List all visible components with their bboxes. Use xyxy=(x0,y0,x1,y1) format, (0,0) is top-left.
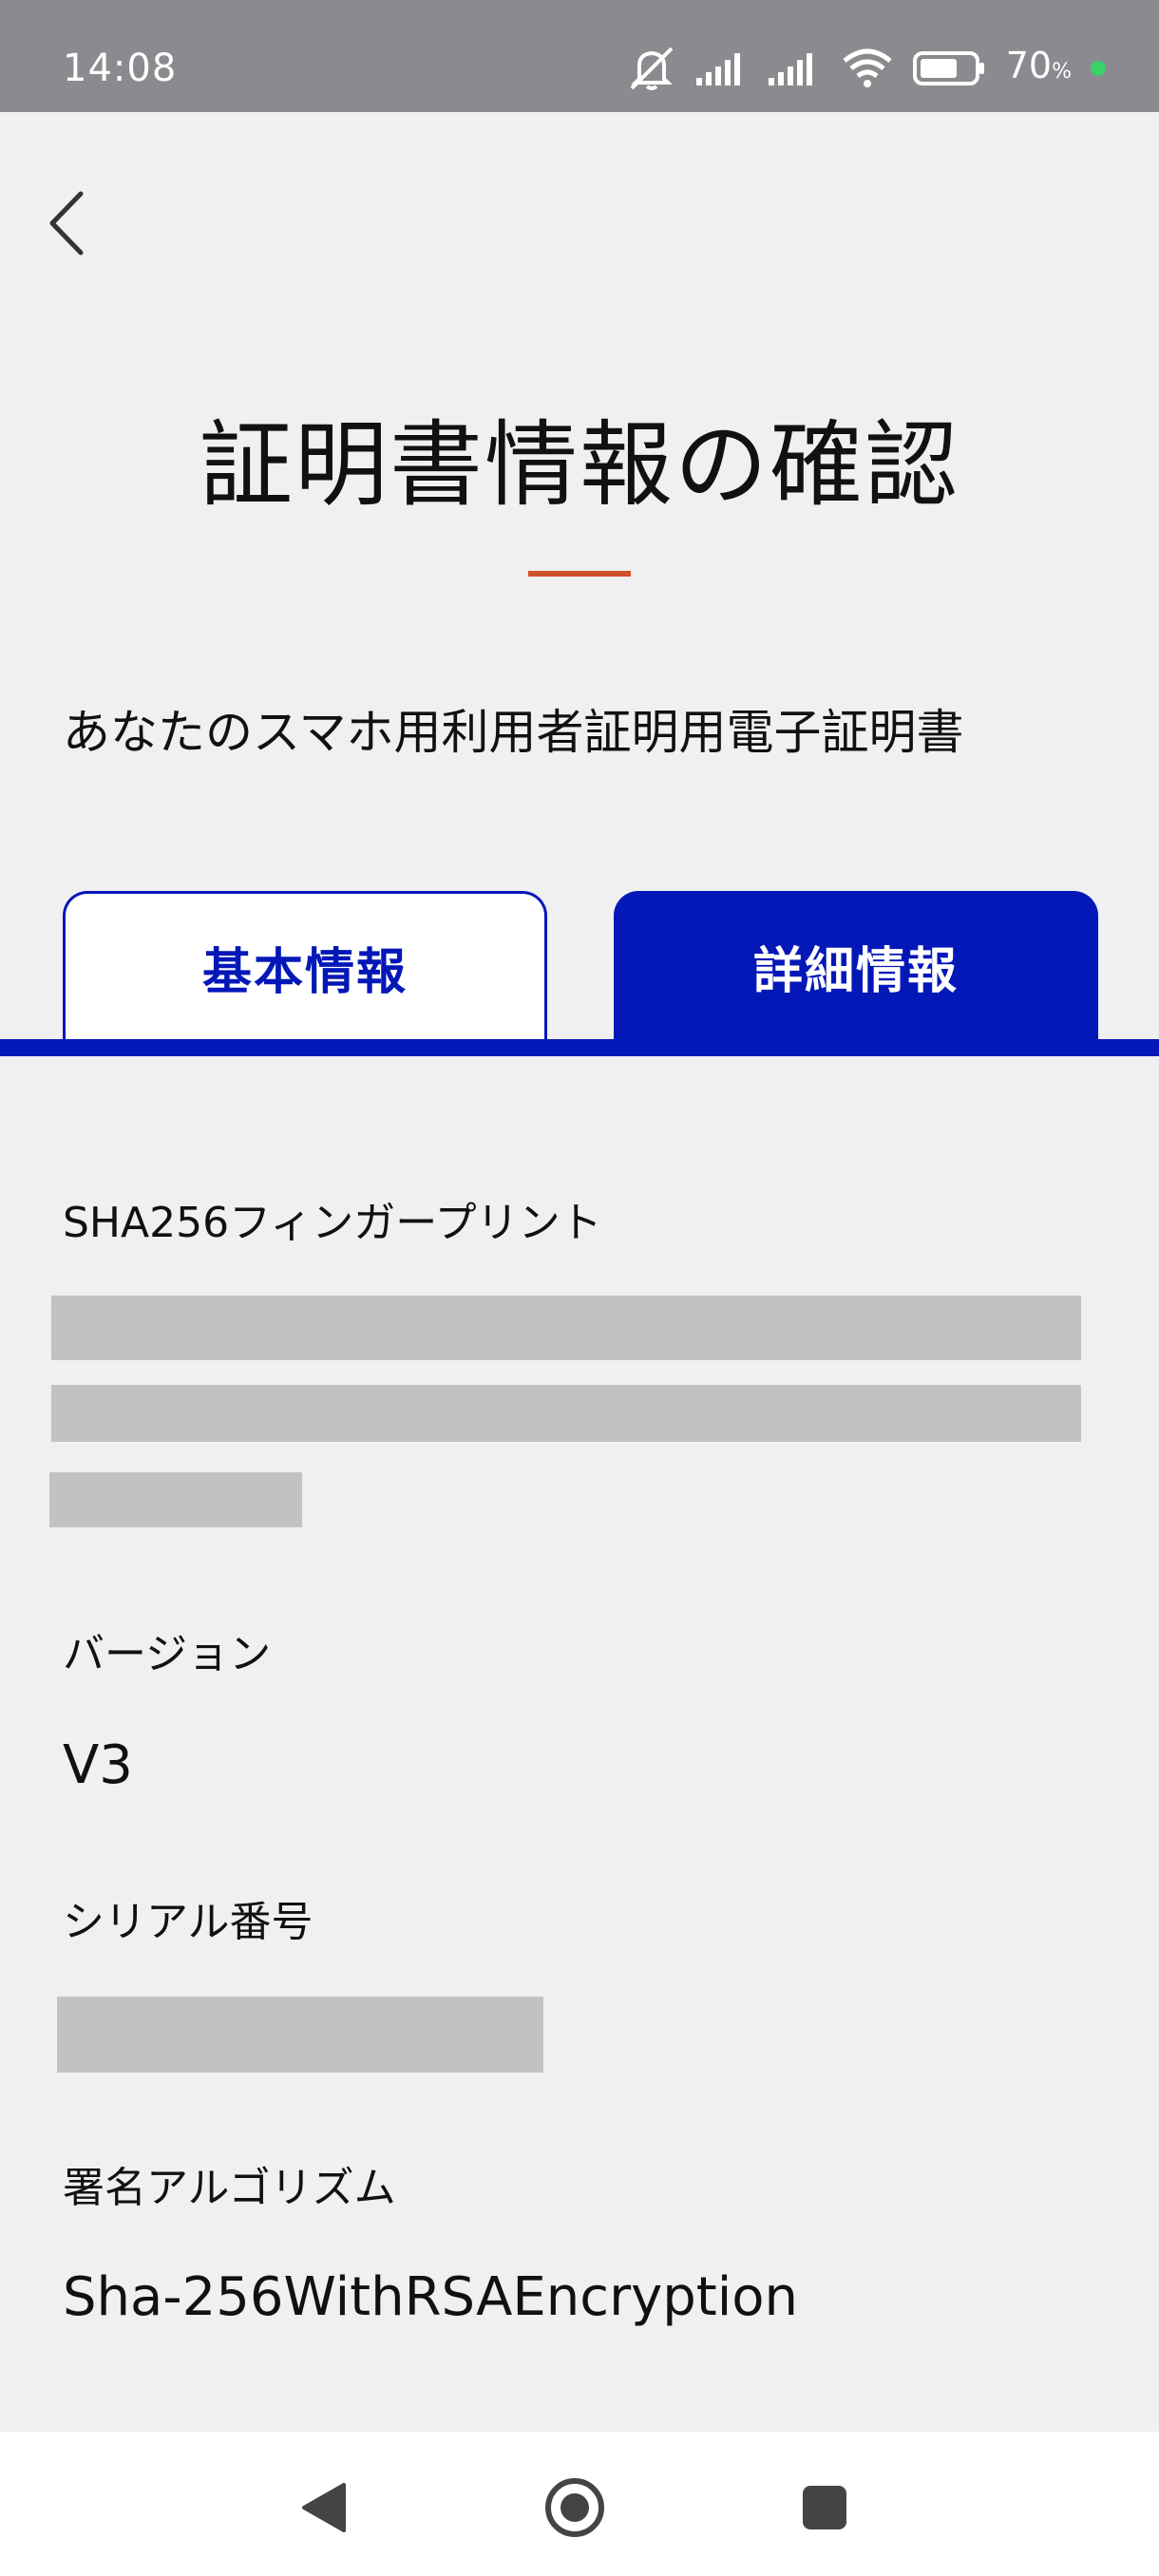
back-button[interactable] xyxy=(28,180,104,266)
version-label: バージョン xyxy=(63,1630,272,1678)
nav-back-button[interactable] xyxy=(276,2460,370,2555)
status-bar: 14:08 70% xyxy=(0,0,1159,112)
tab-underline xyxy=(0,1039,1159,1056)
wifi-icon xyxy=(841,47,894,89)
navigation-bar xyxy=(0,2432,1159,2576)
charging-dot xyxy=(1091,61,1106,76)
home-circle-icon xyxy=(545,2478,604,2537)
serial-redacted-value xyxy=(57,1997,543,2073)
fingerprint-redacted-line xyxy=(49,1472,302,1527)
mute-icon xyxy=(626,45,677,92)
algorithm-label: 署名アルゴリズム xyxy=(63,2164,396,2212)
status-time: 14:08 xyxy=(63,47,178,90)
nav-home-button[interactable] xyxy=(527,2460,622,2555)
fingerprint-redacted-line xyxy=(51,1296,1081,1360)
recents-square-icon xyxy=(803,2486,846,2529)
status-icons: 70% xyxy=(626,42,1106,95)
fingerprint-label: SHA256フィンガープリント xyxy=(63,1199,602,1247)
battery-percent: 70% xyxy=(1005,44,1072,86)
signal-icon xyxy=(695,49,750,87)
signal-icon xyxy=(768,49,822,87)
serial-label: シリアル番号 xyxy=(63,1898,314,1946)
nav-recents-button[interactable] xyxy=(777,2460,872,2555)
chevron-left-icon xyxy=(49,191,84,256)
battery-icon xyxy=(912,50,987,86)
version-value: V3 xyxy=(63,1734,133,1796)
title-underline xyxy=(528,571,631,577)
back-triangle-icon xyxy=(302,2483,346,2532)
tab-detail-info[interactable]: 詳細情報 xyxy=(614,891,1098,1041)
algorithm-value: Sha-256WithRSAEncryption xyxy=(63,2266,799,2328)
screen: 14:08 70% 証明書情報の確認 あなたのスマホ用利用者証明用電子証明書 基… xyxy=(0,0,1159,2576)
certificate-subtitle: あなたのスマホ用利用者証明用電子証明書 xyxy=(63,705,964,760)
fingerprint-redacted-line xyxy=(51,1385,1081,1442)
tab-basic-info[interactable]: 基本情報 xyxy=(63,891,547,1041)
page-title: 証明書情報の確認 xyxy=(199,411,960,520)
